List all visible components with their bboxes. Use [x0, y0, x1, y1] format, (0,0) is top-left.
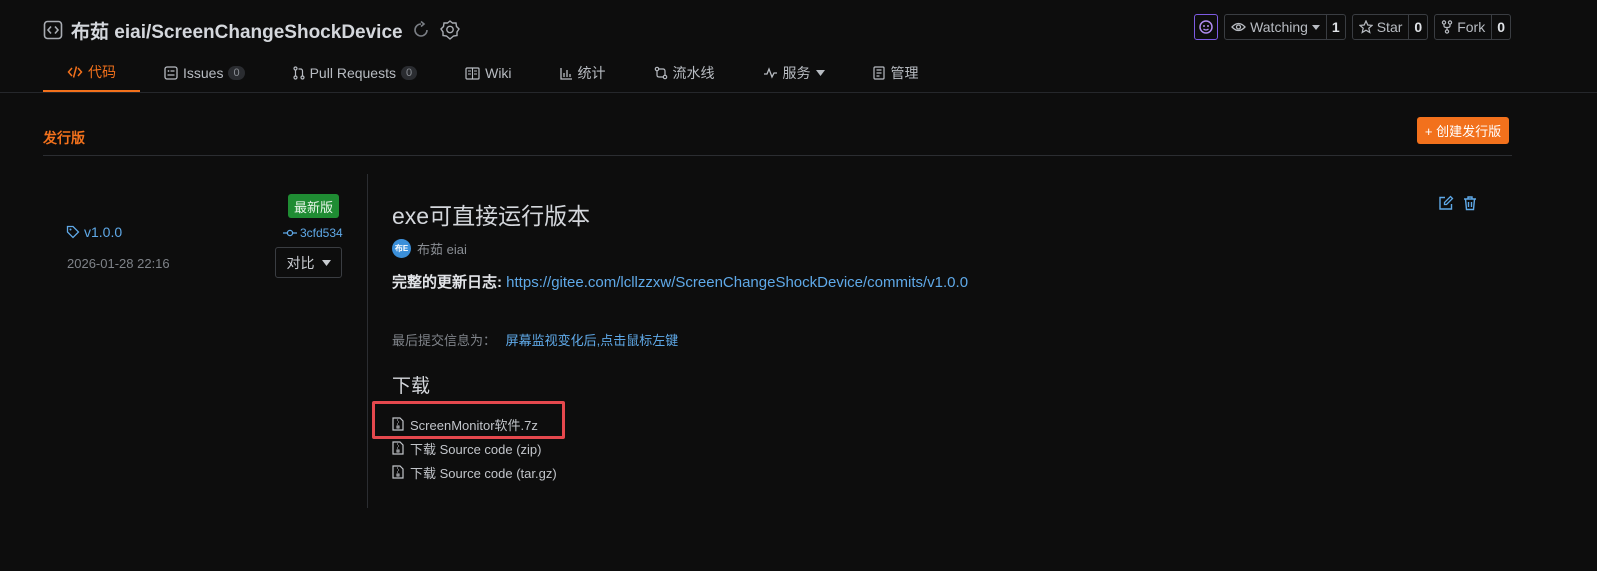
last-commit-label: 最后提交信息为：	[392, 333, 497, 348]
last-commit-line: 最后提交信息为： 屏幕监视变化后,点击鼠标左键	[392, 330, 678, 349]
changelog-link[interactable]: https://gitee.com/lcllzzxw/ScreenChangeS…	[506, 274, 968, 291]
pipeline-icon	[654, 66, 668, 80]
release-date: 2026-01-28 22:16	[67, 256, 170, 271]
tab-label: 管理	[890, 65, 919, 81]
tab-label: Wiki	[485, 65, 512, 81]
release-commit[interactable]: 3cfd534	[283, 226, 343, 240]
tab-issues[interactable]: Issues 0	[140, 54, 269, 92]
star-icon	[1358, 20, 1373, 34]
tab-label: 流水线	[672, 65, 715, 81]
tab-pull-requests[interactable]: Pull Requests 0	[269, 54, 442, 92]
pr-count-badge: 0	[400, 66, 418, 80]
star-button[interactable]: Star 0	[1351, 14, 1429, 40]
download-label: 下载 Source code (zip)	[410, 441, 542, 457]
tab-label: Issues	[183, 65, 224, 81]
create-release-button[interactable]: + 创建发行版	[1417, 117, 1509, 144]
gvp-badge-icon[interactable]	[439, 19, 461, 41]
fork-label: Fork	[1457, 19, 1486, 35]
edit-icon[interactable]	[1438, 195, 1454, 211]
pulse-icon	[763, 67, 778, 79]
highlight-box	[372, 401, 565, 439]
tab-label: 代码	[88, 64, 116, 80]
tab-stats[interactable]: 统计	[536, 54, 630, 92]
tab-label: 统计	[577, 65, 606, 81]
code-icon	[67, 65, 83, 79]
download-item[interactable]: 下载 Source code (tar.gz)	[392, 460, 557, 484]
latest-badge: 最新版	[288, 194, 339, 218]
release-tag[interactable]: v1.0.0	[66, 224, 122, 240]
repo-title[interactable]: 布茹 eiai/ScreenChangeShockDevice	[71, 17, 403, 44]
tab-manage[interactable]: 管理	[849, 54, 943, 92]
trash-icon[interactable]	[1462, 195, 1478, 211]
issues-icon	[164, 66, 178, 80]
compare-label: 对比	[286, 254, 315, 271]
changelog-line: 完整的更新日志: https://gitee.com/lcllzzxw/Scre…	[392, 271, 968, 292]
code-repo-icon	[43, 20, 63, 40]
star-label: Star	[1376, 19, 1403, 35]
download-label: 下载 Source code (tar.gz)	[410, 465, 557, 481]
sync-icon[interactable]	[411, 20, 431, 40]
download-item[interactable]: 下载 Source code (zip)	[392, 436, 557, 460]
fork-count[interactable]: 0	[1491, 15, 1510, 39]
caret-down-icon	[1311, 24, 1320, 30]
section-divider	[43, 155, 1512, 156]
last-commit-link[interactable]: 屏幕监视变化后,点击鼠标左键	[506, 333, 679, 348]
watch-label: Watching	[1250, 19, 1308, 35]
issues-count-badge: 0	[228, 66, 245, 80]
tag-icon	[66, 225, 80, 239]
caret-down-icon	[321, 259, 331, 266]
release-author[interactable]: 布E 布茹 eiai	[392, 239, 467, 258]
header-divider	[0, 92, 1597, 93]
repo-actions: Watching 1 Star 0 Fork 0	[1194, 14, 1511, 40]
file-archive-icon	[392, 441, 404, 455]
file-archive-icon	[392, 465, 404, 479]
caret-down-icon	[815, 70, 825, 76]
tab-wiki[interactable]: Wiki	[441, 54, 535, 92]
wiki-icon	[465, 66, 480, 80]
release-divider	[367, 174, 368, 508]
tab-services[interactable]: 服务	[739, 54, 849, 92]
pull-request-icon	[292, 66, 305, 80]
commit-icon	[283, 228, 297, 238]
commit-hash: 3cfd534	[300, 226, 343, 240]
changelog-label: 完整的更新日志:	[392, 274, 502, 291]
tab-label: Pull Requests	[309, 65, 396, 81]
tab-label: 服务	[782, 65, 811, 81]
author-name: 布茹 eiai	[417, 242, 467, 257]
tag-label: v1.0.0	[84, 224, 123, 240]
compare-button[interactable]: 对比	[275, 247, 342, 278]
repo-tabs: 代码 Issues 0 Pull Requests 0 Wiki 统计 流水线 …	[43, 54, 943, 93]
watch-count[interactable]: 1	[1325, 15, 1345, 39]
release-title: exe可直接运行版本	[392, 203, 591, 229]
section-title: 发行版	[43, 130, 85, 146]
repo-header: 布茹 eiai/ScreenChangeShockDevice	[43, 17, 461, 43]
star-count[interactable]: 0	[1408, 15, 1427, 39]
watch-button[interactable]: Watching 1	[1224, 14, 1346, 40]
tab-code[interactable]: 代码	[43, 54, 140, 93]
tab-pipeline[interactable]: 流水线	[630, 54, 739, 92]
avatar: 布E	[392, 239, 411, 258]
manage-icon	[872, 66, 886, 80]
eye-icon	[1231, 21, 1246, 33]
fork-icon	[1441, 20, 1453, 34]
fork-button[interactable]: Fork 0	[1434, 14, 1511, 40]
downloads-title: 下载	[392, 376, 431, 397]
gitee-ai-icon[interactable]	[1194, 14, 1219, 40]
stats-icon	[559, 67, 573, 80]
release-actions	[1438, 195, 1478, 211]
